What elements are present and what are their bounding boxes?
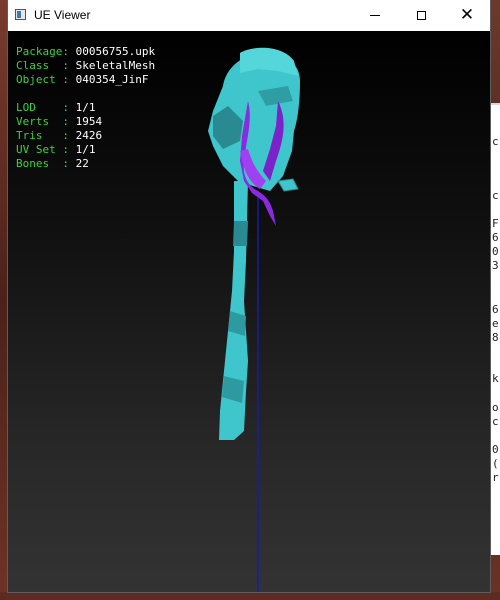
background-window-char: 6	[492, 231, 499, 244]
info-row-bones: Bones : 22	[16, 157, 155, 171]
background-window-char: c	[492, 189, 499, 202]
info-value: 00056755.upk	[75, 45, 156, 58]
info-label: Bones :	[16, 157, 76, 170]
window-title: UE Viewer	[34, 8, 91, 22]
minimize-button[interactable]	[352, 0, 398, 31]
info-row-class: Class : SkeletalMesh	[16, 59, 155, 73]
title-bar[interactable]: UE Viewer ✕	[8, 0, 490, 31]
info-label: Object :	[16, 73, 76, 86]
info-label: Tris :	[16, 129, 76, 142]
info-value: 1/1	[75, 101, 96, 114]
maximize-button[interactable]	[398, 0, 444, 31]
ue-viewer-window: UE Viewer ✕ Package: 00056755.upk Class …	[8, 0, 490, 592]
maximize-icon	[416, 11, 426, 20]
info-label: UV Set :	[16, 143, 76, 156]
info-row-verts: Verts : 1954	[16, 115, 155, 129]
mesh-info-overlay: Package: 00056755.upk Class : SkeletalMe…	[16, 45, 155, 171]
background-window-char: 8	[492, 331, 499, 344]
background-window-char: e	[492, 317, 499, 330]
info-value: 1/1	[75, 143, 96, 156]
mesh-tail	[219, 181, 248, 440]
info-row-lod: LOD : 1/1	[16, 101, 155, 115]
info-value: 22	[75, 157, 89, 170]
info-label: Package:	[16, 45, 76, 58]
background-window-char: c	[492, 415, 499, 428]
background-window-char: 3	[492, 259, 499, 272]
close-button[interactable]: ✕	[444, 0, 490, 31]
info-row-uvset: UV Set : 1/1	[16, 143, 155, 157]
background-window-char: 0	[492, 245, 499, 258]
close-icon: ✕	[459, 5, 475, 25]
background-window-char: r	[492, 471, 499, 484]
info-value: 1954	[75, 115, 103, 128]
mesh-tail-shade	[233, 221, 248, 246]
info-row-package: Package: 00056755.upk	[16, 45, 155, 59]
info-label: Verts :	[16, 115, 76, 128]
info-value: 040354_JinF	[75, 73, 149, 86]
background-window-char: k	[492, 372, 499, 385]
background-window-char: (	[492, 457, 499, 470]
desktop-background-bottom	[0, 592, 500, 600]
background-window-text-panel: c c F 6 0 3 6 e 8 k o c 0 ( r	[491, 105, 500, 555]
info-value: SkeletalMesh	[75, 59, 156, 72]
background-window-char: F	[492, 217, 499, 230]
background-window-char: 6	[492, 303, 499, 316]
info-label: Class :	[16, 59, 76, 72]
background-window-char: 0	[492, 443, 499, 456]
info-row-tris: Tris : 2426	[16, 129, 155, 143]
minimize-icon	[370, 15, 380, 16]
3d-viewport[interactable]: Package: 00056755.upk Class : SkeletalMe…	[8, 31, 490, 592]
background-window-char: o	[492, 401, 499, 414]
info-label: LOD :	[16, 101, 76, 114]
mesh-ribbon	[277, 178, 299, 192]
info-value: 2426	[75, 129, 103, 142]
desktop-background-left	[0, 0, 8, 600]
info-row-object: Object : 040354_JinF	[16, 73, 155, 87]
app-icon[interactable]	[15, 9, 26, 20]
background-window-char: c	[492, 135, 499, 148]
